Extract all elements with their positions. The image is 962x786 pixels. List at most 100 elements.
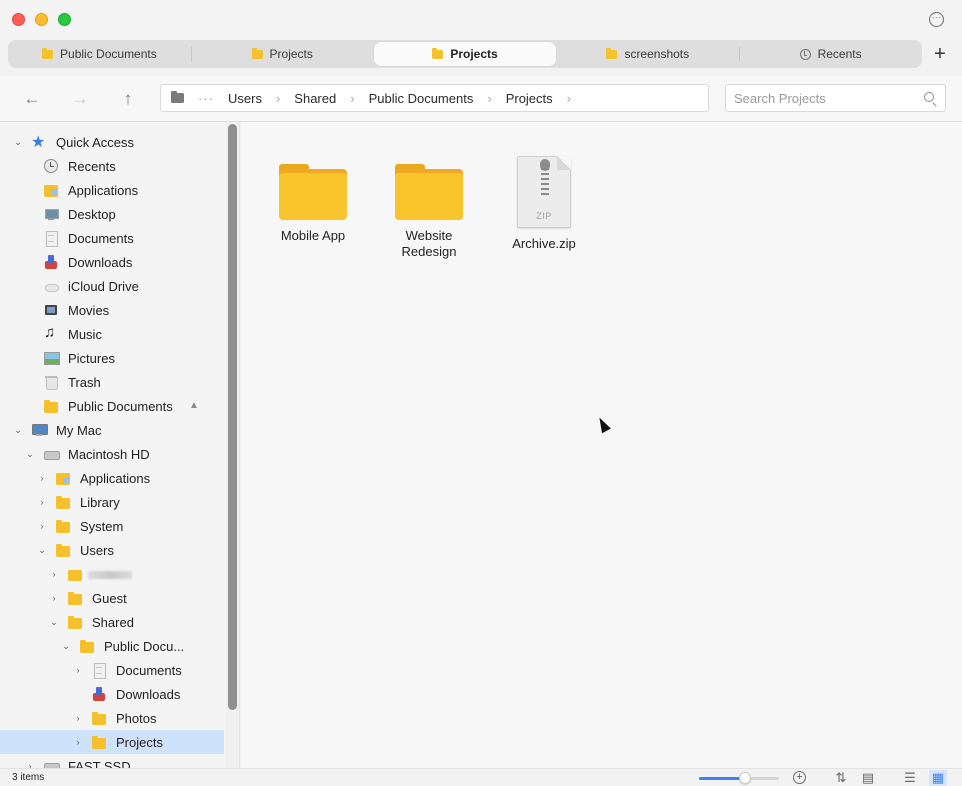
search-icon[interactable] [924,92,934,102]
tab-projects[interactable]: Projects [190,40,374,68]
forward-button[interactable]: → [70,89,90,109]
group-icon[interactable]: ▤ [860,770,876,786]
minimize-window-button[interactable] [35,13,48,26]
computer-icon [32,423,48,437]
folder-icon [606,47,618,59]
chevron-right-icon[interactable]: › [48,593,60,603]
chevron-right-icon[interactable]: › [567,91,571,106]
tree-item-system[interactable]: › System [0,514,224,538]
trash-icon [44,375,58,390]
chevron-right-icon[interactable]: › [36,497,48,507]
tree-item-applications[interactable]: › Applications [0,466,224,490]
sidebar: ⌄ Quick Access Recents Applications Desk… [0,122,226,768]
tab-label: Projects [450,47,498,61]
chevron-right-icon[interactable]: › [36,473,48,483]
tab-recents[interactable]: Recents [739,40,922,68]
list-view-icon[interactable]: ☰ [902,770,918,786]
chevron-right-icon[interactable]: › [72,737,84,747]
path-bar[interactable]: ··· Users › Shared › Public Documents › … [160,84,709,112]
tab-public-documents[interactable]: Public Documents [8,40,191,68]
chevron-down-icon[interactable]: ⌄ [60,641,72,652]
sidebar-item-label: Recents [68,158,116,174]
zoom-window-button[interactable] [58,13,71,26]
chevron-right-icon[interactable]: › [48,569,60,579]
tree-item-documents[interactable]: › Documents [0,658,224,682]
tree-item-public-documents[interactable]: ⌄ Public Docu... [0,634,224,658]
sidebar-item-label: Desktop [68,206,116,222]
sidebar-item-movies[interactable]: Movies [0,298,224,322]
chevron-right-icon[interactable]: › [36,521,48,531]
folder-icon [68,615,82,629]
tab-screenshots[interactable]: screenshots [556,40,739,68]
path-ellipsis[interactable]: ··· [198,91,214,106]
icon-size-slider-knob[interactable] [739,772,752,784]
sidebar-section-quick-access[interactable]: ⌄ Quick Access [0,130,224,154]
file-item-website-redesign[interactable]: Website Redesign [374,152,484,260]
more-options-icon[interactable]: ··· [929,12,944,27]
sidebar-section-my-mac[interactable]: ⌄ My Mac [0,418,224,442]
zip-file-icon: ZIP [517,156,571,228]
sidebar-item-public-documents[interactable]: Public Documents ▲ [0,394,224,418]
icon-view-icon[interactable]: ▦ [929,770,947,786]
chevron-down-icon[interactable]: ⌄ [24,449,36,460]
sidebar-item-downloads[interactable]: Downloads [0,250,224,274]
folder-icon [44,399,58,413]
icon-size-slider[interactable] [699,772,779,784]
tree-item-shared[interactable]: ⌄ Shared [0,610,224,634]
chevron-down-icon[interactable]: ⌄ [12,137,24,148]
breadcrumb-public-documents[interactable]: Public Documents [369,91,474,106]
tree-item-label: Downloads [116,686,181,702]
sidebar-item-desktop[interactable]: Desktop [0,202,224,226]
file-item-archive-zip[interactable]: ZIP Archive.zip [489,152,599,252]
up-folder-button[interactable]: ↑ [118,89,138,109]
sidebar-item-icloud-drive[interactable]: iCloud Drive [0,274,224,298]
sidebar-item-label: Applications [68,182,139,198]
music-icon [44,324,58,341]
file-browser-content[interactable]: Mobile App Website Redesign ZIP Archive.… [241,122,962,768]
breadcrumb-users[interactable]: Users [228,91,262,106]
sidebar-item-pictures[interactable]: Pictures [0,346,224,370]
breadcrumb-shared[interactable]: Shared [294,91,336,106]
back-button[interactable]: ← [22,89,42,109]
tree-item-label: Macintosh HD [68,446,150,462]
clock-icon [44,159,58,173]
tree-item-users[interactable]: ⌄ Users [0,538,224,562]
chevron-down-icon[interactable]: ⌄ [36,545,48,556]
sidebar-item-music[interactable]: Music [0,322,224,346]
tree-item-label: Documents [116,662,182,678]
folder-icon [68,591,82,605]
sidebar-scrollbar-thumb[interactable] [228,124,237,710]
tab-projects-active[interactable]: Projects [373,42,557,66]
tree-item-downloads[interactable]: › Downloads [0,682,224,706]
chevron-right-icon[interactable]: › [72,665,84,675]
tree-item-macintosh-hd[interactable]: ⌄ Macintosh HD [0,442,224,466]
tree-item-user-home[interactable]: › [0,562,224,586]
file-item-mobile-app[interactable]: Mobile App [258,152,368,244]
search-input[interactable] [726,85,906,111]
hard-disk-icon [44,447,60,461]
sidebar-item-recents[interactable]: Recents [0,154,224,178]
folder-icon [42,47,54,59]
tree-item-label: Applications [80,470,151,486]
zoom-in-icon[interactable]: + [793,771,806,784]
tree-item-library[interactable]: › Library [0,490,224,514]
breadcrumb-projects[interactable]: Projects [506,91,553,106]
tree-item-photos[interactable]: › Photos [0,706,224,730]
sidebar-item-trash[interactable]: Trash [0,370,224,394]
sidebar-item-applications[interactable]: Applications [0,178,224,202]
tree-item-label: Users [80,542,114,558]
sidebar-item-documents[interactable]: Documents [0,226,224,250]
tree-item-projects[interactable]: › Projects [0,730,224,754]
new-tab-button[interactable]: + [929,44,951,66]
close-window-button[interactable] [12,13,25,26]
item-count: 3 items [12,772,45,783]
tree-item-fast-ssd[interactable]: › FAST SSD [0,754,224,768]
chevron-right-icon[interactable]: › [24,761,36,768]
tree-item-guest[interactable]: › Guest [0,586,224,610]
pin-icon[interactable]: ▲ [189,400,199,411]
sort-icon[interactable]: ⇅ [833,770,849,786]
chevron-down-icon[interactable]: ⌄ [12,425,24,436]
chevron-right-icon[interactable]: › [72,713,84,723]
hard-disk-icon [44,759,60,768]
chevron-down-icon[interactable]: ⌄ [48,617,60,628]
